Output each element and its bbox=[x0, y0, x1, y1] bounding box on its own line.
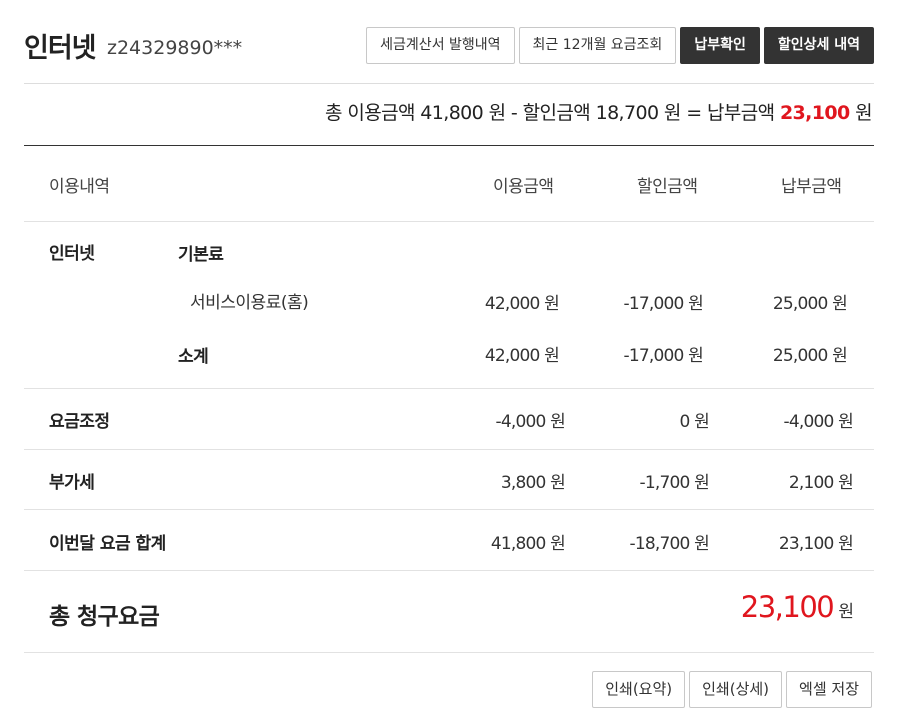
vat-discount-amount: -1,700 원 bbox=[639, 473, 710, 493]
row-divider bbox=[24, 509, 874, 510]
month-total-pay-amount: 23,100 원 bbox=[778, 534, 854, 554]
subtotal-label: 소계 bbox=[178, 347, 209, 367]
footer-button-group: 인쇄(요약) 인쇄(상세) 엑셀 저장 bbox=[592, 671, 872, 708]
excel-save-button[interactable]: 엑셀 저장 bbox=[786, 671, 872, 708]
subtotal-usage-amount: 42,000 원 bbox=[484, 346, 560, 366]
column-header-usage-detail: 이용내역 bbox=[49, 177, 110, 197]
internet-label: 인터넷 bbox=[49, 244, 95, 264]
billing-summary: 총 이용금액 41,800 원 - 할인금액 18,700 원 = 납부금액 2… bbox=[325, 98, 873, 125]
discount-detail-button[interactable]: 할인상세 내역 bbox=[763, 27, 874, 64]
summary-unit: 원 bbox=[849, 102, 872, 124]
subtotal-discount-amount: -17,000 원 bbox=[623, 346, 704, 366]
print-summary-button[interactable]: 인쇄(요약) bbox=[592, 671, 686, 708]
print-detail-button[interactable]: 인쇄(상세) bbox=[689, 671, 783, 708]
table-top-border bbox=[24, 145, 874, 146]
row-divider bbox=[24, 221, 874, 222]
summary-formula: 총 이용금액 41,800 원 - 할인금액 18,700 원 = 납부금액 bbox=[325, 102, 780, 124]
row-divider bbox=[24, 388, 874, 389]
column-header-discount-amount: 할인금액 bbox=[637, 177, 698, 197]
page-title: 인터넷 bbox=[24, 33, 97, 64]
row-divider bbox=[24, 652, 874, 653]
column-header-usage-amount: 이용금액 bbox=[493, 177, 554, 197]
vat-pay-amount: 2,100 원 bbox=[788, 473, 854, 493]
service-fee-label: 서비스이용료(홈) bbox=[190, 293, 309, 313]
recent-12-months-button[interactable]: 최근 12개월 요금조회 bbox=[518, 27, 677, 64]
service-discount-amount: -17,000 원 bbox=[623, 294, 704, 314]
column-header-pay-amount: 납부금액 bbox=[781, 177, 842, 197]
grand-total-label: 총 청구요금 bbox=[49, 604, 160, 630]
base-fee-label: 기본료 bbox=[178, 245, 224, 265]
grand-total-amount: 23,100 bbox=[740, 590, 835, 624]
subtotal-pay-amount: 25,000 원 bbox=[772, 346, 848, 366]
adjust-discount-amount: 0 원 bbox=[679, 412, 710, 432]
service-usage-amount: 42,000 원 bbox=[484, 294, 560, 314]
vat-label: 부가세 bbox=[49, 473, 95, 493]
header-button-group: 세금계산서 발행내역 최근 12개월 요금조회 납부확인 할인상세 내역 bbox=[366, 27, 874, 64]
month-total-discount-amount: -18,700 원 bbox=[629, 534, 710, 554]
divider bbox=[24, 83, 874, 84]
adjust-usage-amount: -4,000 원 bbox=[495, 412, 566, 432]
adjust-pay-amount: -4,000 원 bbox=[783, 412, 854, 432]
fee-adjustment-label: 요금조정 bbox=[49, 412, 110, 432]
service-pay-amount: 25,000 원 bbox=[772, 294, 848, 314]
payment-check-button[interactable]: 납부확인 bbox=[680, 27, 760, 64]
row-divider bbox=[24, 570, 874, 571]
vat-usage-amount: 3,800 원 bbox=[500, 473, 566, 493]
account-id: z24329890*** bbox=[107, 37, 243, 59]
grand-total-unit: 원 bbox=[838, 602, 854, 622]
page-header: 인터넷 z24329890*** 세금계산서 발행내역 최근 12개월 요금조회… bbox=[24, 22, 874, 70]
summary-pay-amount: 23,100 bbox=[779, 102, 850, 124]
grand-total-value: 23,100 원 bbox=[741, 590, 854, 624]
month-total-label: 이번달 요금 합계 bbox=[49, 534, 166, 554]
month-total-usage-amount: 41,800 원 bbox=[490, 534, 566, 554]
row-divider bbox=[24, 449, 874, 450]
tax-invoice-history-button[interactable]: 세금계산서 발행내역 bbox=[366, 27, 515, 64]
